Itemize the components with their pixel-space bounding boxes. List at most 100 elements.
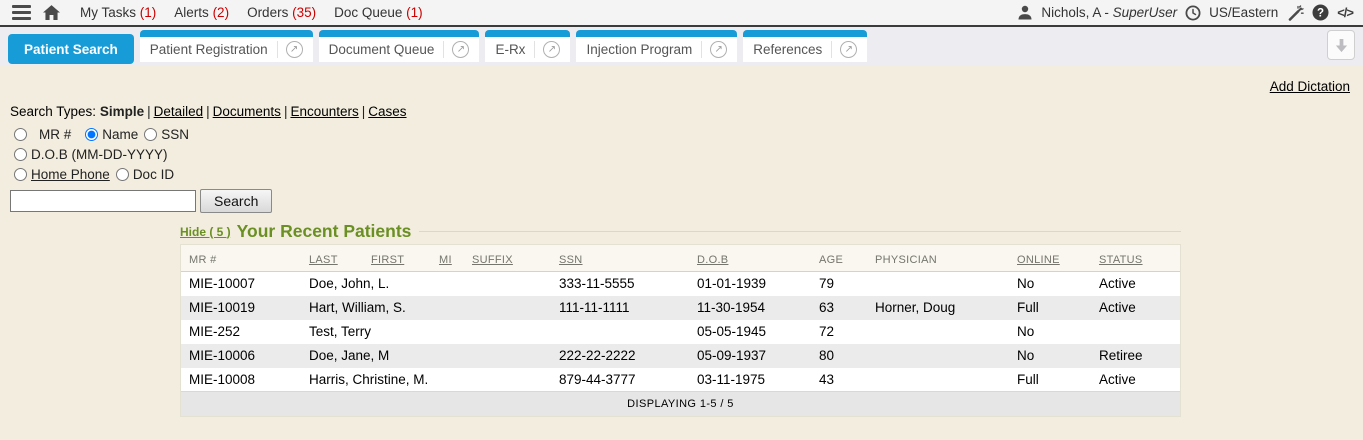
radio-mr-label: MR # xyxy=(39,127,71,142)
cell-name: Doe, Jane, M xyxy=(301,344,551,368)
col-physician: PHYSICIAN xyxy=(867,248,1009,272)
search-types-label: Search Types: xyxy=(10,104,96,119)
table-row[interactable]: MIE-252 Test, Terry 05-05-1945 72 No xyxy=(181,320,1180,344)
search-input[interactable] xyxy=(10,190,196,212)
cell-ssn: 879-44-3777 xyxy=(551,368,689,392)
recent-patients-title: Your Recent Patients xyxy=(237,221,412,242)
radio-name[interactable] xyxy=(85,128,98,141)
col-status[interactable]: STATUS xyxy=(1091,248,1180,272)
nav-orders[interactable]: Orders (35) xyxy=(247,5,316,20)
cell-mr: MIE-10006 xyxy=(181,344,301,368)
cell-online: Full xyxy=(1009,368,1091,392)
user-label[interactable]: Nichols, A - SuperUser xyxy=(1041,5,1177,20)
nav-doc-queue[interactable]: Doc Queue (1) xyxy=(334,5,423,20)
external-link-icon[interactable]: ↗ xyxy=(443,41,469,58)
search-type-detailed[interactable]: Detailed xyxy=(154,104,204,119)
radio-home-phone[interactable] xyxy=(14,168,27,181)
timezone-label[interactable]: US/Eastern xyxy=(1209,5,1278,20)
col-mr: MR # xyxy=(181,248,301,272)
user-icon xyxy=(1017,5,1033,20)
table-pagination-status: DISPLAYING 1-5 / 5 xyxy=(181,392,1180,416)
tab-document-queue[interactable]: Document Queue↗ xyxy=(319,30,480,62)
col-online[interactable]: ONLINE xyxy=(1009,248,1091,272)
table-row[interactable]: MIE-10007 Doe, John, L. 333-11-5555 01-0… xyxy=(181,272,1180,296)
external-link-icon[interactable]: ↗ xyxy=(277,41,303,58)
tab-strip: Patient Search Patient Registration↗ Doc… xyxy=(0,27,1363,66)
cell-mr: MIE-252 xyxy=(181,320,301,344)
tab-e-rx[interactable]: E-Rx↗ xyxy=(485,30,570,62)
search-type-documents[interactable]: Documents xyxy=(213,104,281,119)
cell-age: 80 xyxy=(811,344,867,368)
tab-references[interactable]: References↗ xyxy=(743,30,867,62)
cell-status xyxy=(1091,320,1180,344)
cell-dob: 01-01-1939 xyxy=(689,272,811,296)
cell-physician xyxy=(867,368,1009,392)
cell-age: 72 xyxy=(811,320,867,344)
hamburger-menu-icon[interactable] xyxy=(8,2,35,23)
tab-patient-registration[interactable]: Patient Registration↗ xyxy=(140,30,313,62)
col-ssn[interactable]: SSN xyxy=(551,248,689,272)
cell-physician xyxy=(867,272,1009,296)
external-link-icon[interactable]: ↗ xyxy=(534,41,560,58)
col-last[interactable]: LAST xyxy=(301,248,363,272)
search-type-simple: Simple xyxy=(100,104,144,119)
radio-doc-id-label: Doc ID xyxy=(133,167,174,182)
download-tab-button[interactable] xyxy=(1327,30,1355,60)
cell-age: 43 xyxy=(811,368,867,392)
clock-icon xyxy=(1185,5,1201,21)
cell-mr: MIE-10019 xyxy=(181,296,301,320)
radio-mr[interactable] xyxy=(14,128,27,141)
cell-online: No xyxy=(1009,344,1091,368)
wand-icon[interactable] xyxy=(1286,5,1304,21)
cell-status: Active xyxy=(1091,296,1180,320)
col-suffix[interactable]: SUFFIX xyxy=(464,248,551,272)
radio-dob[interactable] xyxy=(14,148,27,161)
col-first[interactable]: FIRST xyxy=(363,248,431,272)
radio-ssn[interactable] xyxy=(144,128,157,141)
top-bar: My Tasks (1) Alerts (2) Orders (35) Doc … xyxy=(0,0,1363,27)
cell-status: Active xyxy=(1091,272,1180,296)
my-tasks-count: (1) xyxy=(140,5,157,20)
help-icon[interactable]: ? xyxy=(1312,4,1329,21)
cell-physician xyxy=(867,344,1009,368)
alerts-count: (2) xyxy=(213,5,230,20)
search-type-encounters[interactable]: Encounters xyxy=(290,104,358,119)
tab-patient-search[interactable]: Patient Search xyxy=(8,34,134,64)
nav-alerts[interactable]: Alerts (2) xyxy=(174,5,229,20)
nav-my-tasks[interactable]: My Tasks (1) xyxy=(80,5,156,20)
cell-physician xyxy=(867,320,1009,344)
home-icon[interactable] xyxy=(43,5,60,20)
cell-name: Test, Terry xyxy=(301,320,551,344)
radio-ssn-label: SSN xyxy=(161,127,189,142)
tab-injection-program[interactable]: Injection Program↗ xyxy=(576,30,737,62)
search-type-cases[interactable]: Cases xyxy=(368,104,406,119)
cell-online: No xyxy=(1009,320,1091,344)
recent-patients-table: MR # LAST FIRST MI SUFFIX SSN D.O.B AGE … xyxy=(181,248,1180,416)
hide-recent-link[interactable]: Hide ( 5 ) xyxy=(180,225,231,239)
external-link-icon[interactable]: ↗ xyxy=(701,41,727,58)
code-icon[interactable]: </> xyxy=(1337,5,1353,20)
col-mi[interactable]: MI xyxy=(431,248,464,272)
add-dictation-link[interactable]: Add Dictation xyxy=(1270,79,1350,94)
col-dob[interactable]: D.O.B xyxy=(689,248,811,272)
radio-doc-id[interactable] xyxy=(116,168,129,181)
table-row[interactable]: MIE-10019 Hart, William, S. 111-11-1111 … xyxy=(181,296,1180,320)
radio-home-phone-label[interactable]: Home Phone xyxy=(31,167,110,182)
main-content: Add Dictation Search Types: Simple|Detai… xyxy=(0,66,1363,417)
radio-name-label: Name xyxy=(102,127,138,142)
cell-ssn xyxy=(551,320,689,344)
cell-ssn: 333-11-5555 xyxy=(551,272,689,296)
cell-mr: MIE-10007 xyxy=(181,272,301,296)
cell-dob: 05-09-1937 xyxy=(689,344,811,368)
table-row[interactable]: MIE-10008 Harris, Christine, M. 879-44-3… xyxy=(181,368,1180,392)
col-age: AGE xyxy=(811,248,867,272)
recent-patients-section: Hide ( 5 ) Your Recent Patients MR # LAS… xyxy=(180,221,1181,417)
search-button[interactable]: Search xyxy=(200,189,272,213)
doc-queue-count: (1) xyxy=(406,5,423,20)
cell-name: Harris, Christine, M. xyxy=(301,368,551,392)
cell-ssn: 111-11-1111 xyxy=(551,296,689,320)
table-row[interactable]: MIE-10006 Doe, Jane, M 222-22-2222 05-09… xyxy=(181,344,1180,368)
download-arrow-icon xyxy=(1334,38,1349,53)
table-header-row: MR # LAST FIRST MI SUFFIX SSN D.O.B AGE … xyxy=(181,248,1180,272)
external-link-icon[interactable]: ↗ xyxy=(831,41,857,58)
